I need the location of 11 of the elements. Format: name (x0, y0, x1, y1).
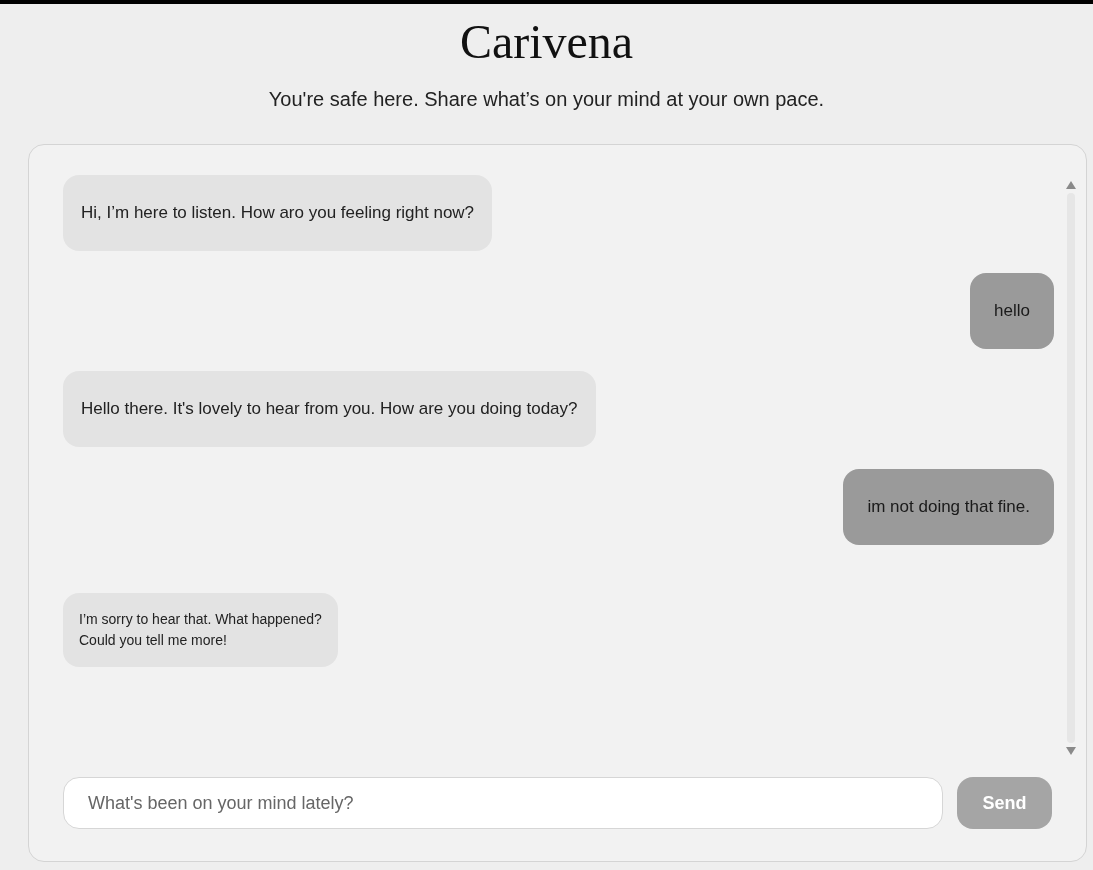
message-input-field[interactable]: What's been on your mind lately? (63, 777, 943, 829)
bot-message-bubble: Hi, I’m here to listen. How aro you feeling right now? (63, 175, 493, 251)
bot-message-bubble: Hello there. It's lovely to hear from you. How are you doing today? (63, 371, 596, 447)
scroll-down-arrow-icon[interactable] (1066, 747, 1076, 755)
user-message-bubble: im not doing that fine. (843, 469, 1054, 545)
bot-message-bubble: I’m sorry to hear that. What happened? Could you tell me more! (63, 593, 338, 667)
scroll-up-arrow-icon[interactable] (1066, 181, 1076, 189)
app-title: Carivena (459, 14, 634, 70)
subtitle: You're safe here. Share what’s on your mind at your own pace. (268, 87, 825, 112)
send-button[interactable]: Send (957, 777, 1052, 829)
user-message-bubble: hello (970, 273, 1054, 349)
